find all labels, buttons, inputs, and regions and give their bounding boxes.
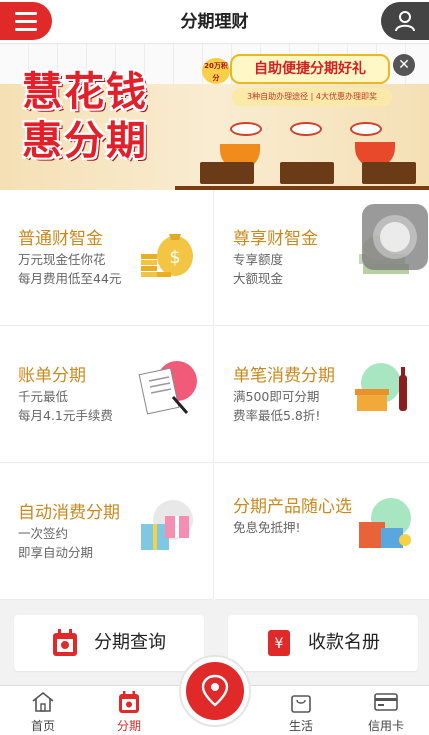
card-desc-line: 即享自动分期: [18, 545, 94, 560]
card-title: 自动消费分期: [18, 503, 120, 523]
banner-headline-2: 惠分期: [22, 117, 148, 164]
banner-headline-1: 慧花钱: [22, 68, 148, 115]
installment-calendar-icon: [119, 691, 139, 713]
card-title: 分期产品随心选: [233, 497, 352, 517]
banner-close-icon[interactable]: ✕: [393, 54, 415, 76]
bill-icon: [138, 361, 197, 415]
floating-assist-button[interactable]: [362, 204, 428, 270]
card-title: 账单分期: [18, 366, 86, 386]
page-title: 分期理财: [180, 12, 249, 32]
table-decoration: [280, 162, 334, 184]
card-desc-line: 千元最低: [18, 389, 69, 404]
tab-installment-label: 分期: [116, 719, 141, 733]
tab-life-label: 生活: [288, 719, 313, 733]
card-desc-line: 万元现金任你花: [18, 252, 106, 267]
card-bill-installment[interactable]: 账单分期 千元最低 每月4.1元手续费: [0, 327, 214, 463]
svg-text:$: $: [169, 247, 180, 268]
card-desc: 免息免抵押!: [233, 518, 301, 537]
card-desc: 万元现金任你花 每月费用低至44元: [18, 250, 121, 288]
tab-credit-card-label: 信用卡: [367, 719, 404, 733]
card-title: 尊享财智金: [233, 229, 318, 249]
user-icon: [395, 11, 415, 32]
card-desc: 一次签约 即享自动分期: [18, 524, 93, 562]
svg-text:¥: ¥: [275, 636, 284, 652]
card-title: 普通财智金: [18, 229, 103, 249]
sushi-plate: [230, 122, 262, 136]
points-badge: 20万积分: [202, 58, 230, 84]
card-desc-line: 每月费用低至44元: [18, 271, 122, 286]
card-desc-line: 费率最低5.8折!: [233, 408, 321, 423]
card-title: 单笔消费分期: [233, 366, 335, 386]
banner-sub-slogan: 3种自助办理途径 | 4大优惠办理即奖: [232, 88, 392, 106]
card-regular-wisdom-gold[interactable]: 普通财智金 万元现金任你花 每月费用低至44元 $: [0, 190, 214, 326]
card-desc-line: 一次签约: [18, 526, 69, 541]
card-desc-line: 专享额度: [233, 252, 284, 267]
payee-roster-label: 收款名册: [308, 632, 380, 653]
shopping-bags-icon: [359, 498, 411, 548]
gift-wine-icon: [355, 363, 407, 411]
card-single-purchase-installment[interactable]: 单笔消费分期 满500即可分期 费率最低5.8折!: [215, 327, 429, 463]
card-auto-installment[interactable]: 自动消费分期 一次签约 即享自动分期: [0, 464, 214, 600]
sushi-plate: [290, 122, 322, 136]
tab-credit-card[interactable]: 信用卡: [343, 686, 429, 735]
user-button[interactable]: [381, 2, 429, 40]
tab-home[interactable]: 首页: [0, 686, 86, 735]
card-desc: 专享额度 大额现金: [233, 250, 283, 288]
center-fab-inner: [186, 662, 244, 720]
card-desc-line: 免息免抵押!: [233, 520, 301, 535]
top-header: 分期理财: [0, 0, 429, 44]
payee-roster-button[interactable]: ¥ 收款名册: [228, 615, 418, 671]
sushi-plate: [350, 122, 382, 136]
tab-life[interactable]: 生活: [258, 686, 344, 735]
installment-query-button[interactable]: 分期查询: [14, 615, 204, 671]
table-decoration: [200, 162, 254, 184]
tab-home-label: 首页: [30, 719, 55, 733]
gift-box-icon: [141, 500, 193, 550]
tab-installment[interactable]: 分期: [86, 686, 172, 735]
table-decoration: [362, 162, 416, 184]
installment-query-label: 分期查询: [94, 632, 166, 653]
banner-slogan: 自助便捷分期好礼: [230, 54, 390, 84]
money-bag-icon: $: [141, 234, 193, 277]
card-desc: 满500即可分期 费率最低5.8折!: [233, 387, 320, 425]
calendar-icon: [53, 629, 77, 656]
home-icon: [32, 691, 54, 712]
card-product-selection[interactable]: 分期产品随心选 免息免抵押!: [215, 464, 429, 600]
shopping-bag-icon: [291, 695, 311, 713]
promo-banner[interactable]: 慧花钱 惠分期 20万积分 自助便捷分期好礼 3种自助办理途径 | 4大优惠办理…: [0, 44, 429, 190]
card-desc-line: 满500即可分期: [233, 389, 320, 404]
assist-ring: [373, 215, 417, 259]
center-location-button[interactable]: [179, 655, 251, 727]
assist-core: [380, 222, 410, 252]
card-desc-line: 每月4.1元手续费: [18, 408, 113, 423]
location-pin-icon: [201, 674, 229, 707]
payee-book-icon: ¥: [268, 630, 290, 656]
card-desc: 千元最低 每月4.1元手续费: [18, 387, 113, 425]
credit-card-icon: [374, 693, 398, 711]
card-desc-line: 大额现金: [233, 271, 284, 286]
